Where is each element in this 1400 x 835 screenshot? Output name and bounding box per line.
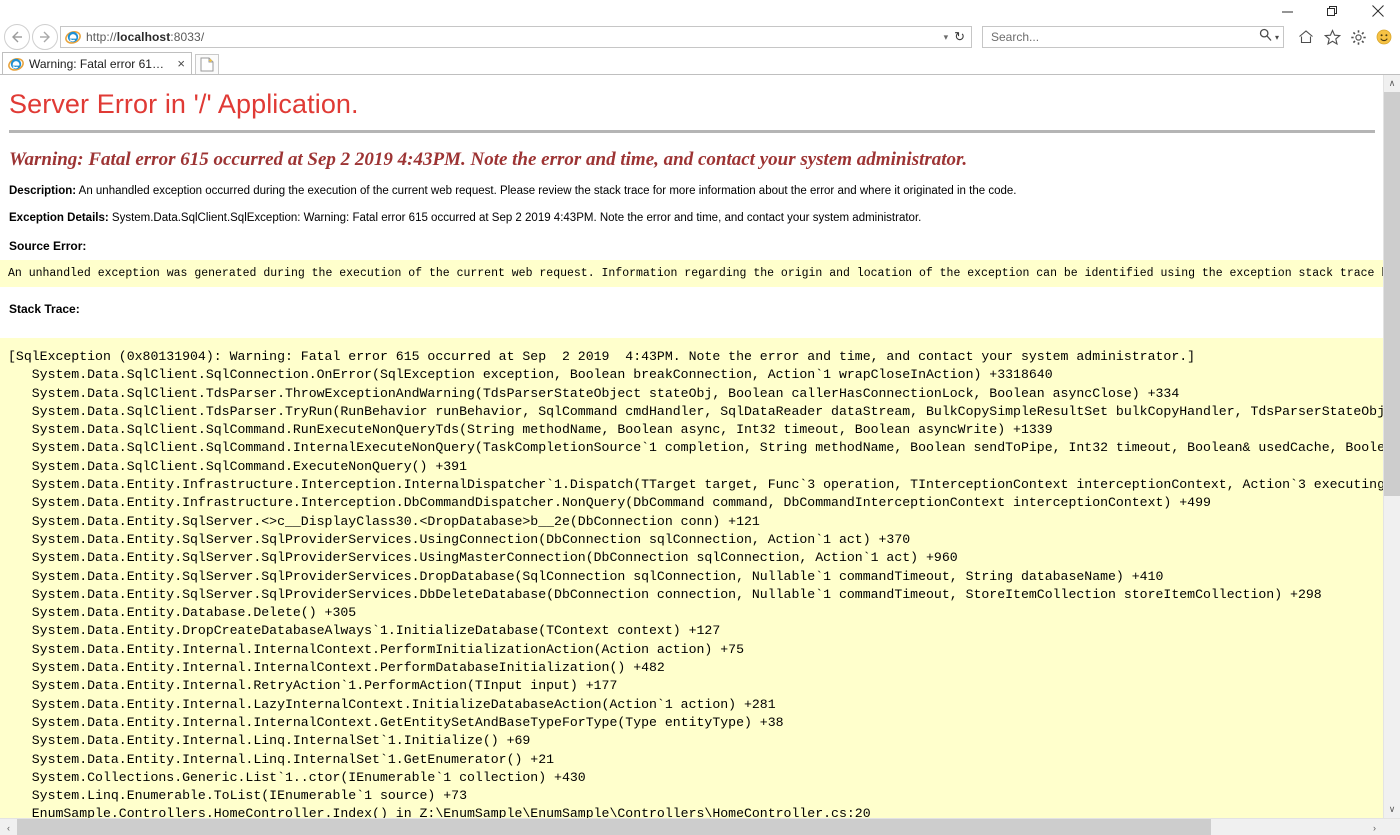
new-tab-button[interactable] (195, 54, 219, 74)
smiley-feedback-icon[interactable] (1374, 27, 1394, 47)
warning-message: Warning: Fatal error 615 occurred at Sep… (9, 149, 968, 170)
vertical-scroll-thumb[interactable] (1384, 92, 1400, 497)
tab-title: Warning: Fatal error 615 oc... (29, 56, 171, 71)
navigation-bar: http://localhost:8033/ ▾ ↻ Search... ▾ (0, 22, 1400, 52)
vertical-scroll-track[interactable] (1384, 92, 1400, 801)
minimize-button[interactable] (1265, 0, 1310, 22)
favorites-star-icon[interactable] (1322, 27, 1342, 47)
search-box[interactable]: Search... ▾ (982, 26, 1284, 48)
stack-trace-heading: Stack Trace: (9, 302, 80, 316)
tab-favicon-icon (8, 56, 24, 72)
exception-details-text: System.Data.SqlClient.SqlException: Warn… (108, 212, 922, 225)
horizontal-scroll-thumb[interactable] (17, 819, 1211, 835)
tab-close-icon[interactable]: × (175, 57, 187, 70)
page-viewport: Server Error in '/' Application. Warning… (0, 75, 1400, 818)
stack-trace-box: [SqlException (0x80131904): Warning: Fat… (0, 338, 1383, 818)
horizontal-scroll-track[interactable] (17, 819, 1366, 835)
description-label: Description: (9, 185, 77, 197)
refresh-icon[interactable]: ↻ (954, 29, 968, 45)
description-paragraph: Description: An unhandled exception occu… (9, 184, 1383, 198)
search-icon[interactable] (1259, 28, 1272, 46)
title-divider (9, 130, 1375, 133)
source-error-heading: Source Error: (9, 238, 87, 253)
browser-window: http://localhost:8033/ ▾ ↻ Search... ▾ W… (0, 0, 1400, 835)
description-text: An unhandled exception occurred during t… (76, 185, 1017, 197)
scroll-left-arrow-icon[interactable]: ‹ (0, 819, 17, 835)
page-content: Server Error in '/' Application. Warning… (0, 75, 1383, 818)
scroll-right-arrow-icon[interactable]: › (1366, 819, 1383, 835)
settings-gear-icon[interactable] (1348, 27, 1368, 47)
close-button[interactable] (1355, 0, 1400, 22)
scrollbar-corner (1383, 819, 1400, 835)
browser-tab[interactable]: Warning: Fatal error 615 oc... × (2, 52, 192, 74)
back-button[interactable] (4, 24, 30, 50)
exception-details-label: Exception Details: (9, 212, 109, 225)
internet-explorer-icon (65, 29, 81, 45)
title-bar (0, 0, 1400, 22)
search-input[interactable]: Search... (991, 30, 1259, 44)
vertical-scrollbar[interactable]: ∧ ∨ (1383, 75, 1400, 818)
address-url: http://localhost:8033/ (86, 30, 205, 44)
forward-button[interactable] (32, 24, 58, 50)
search-dropdown-icon[interactable]: ▾ (1275, 33, 1279, 42)
scroll-up-arrow-icon[interactable]: ∧ (1384, 75, 1400, 92)
scroll-down-arrow-icon[interactable]: ∨ (1384, 801, 1400, 818)
restore-button[interactable] (1310, 0, 1355, 22)
error-document: Server Error in '/' Application. Warning… (0, 89, 1383, 818)
exception-details-paragraph: Exception Details: System.Data.SqlClient… (9, 211, 1383, 225)
source-error-box: An unhandled exception was generated dur… (0, 259, 1383, 287)
address-dropdown-icon[interactable]: ▾ (942, 32, 955, 43)
toolbar-icons (1296, 27, 1394, 47)
page-title: Server Error in '/' Application. (9, 89, 359, 119)
tab-strip: Warning: Fatal error 615 oc... × (0, 52, 1400, 75)
address-bar[interactable]: http://localhost:8033/ ▾ ↻ (60, 26, 972, 48)
search-controls: ▾ (1259, 28, 1279, 46)
home-icon[interactable] (1296, 27, 1316, 47)
horizontal-scrollbar[interactable]: ‹ › (0, 818, 1400, 835)
